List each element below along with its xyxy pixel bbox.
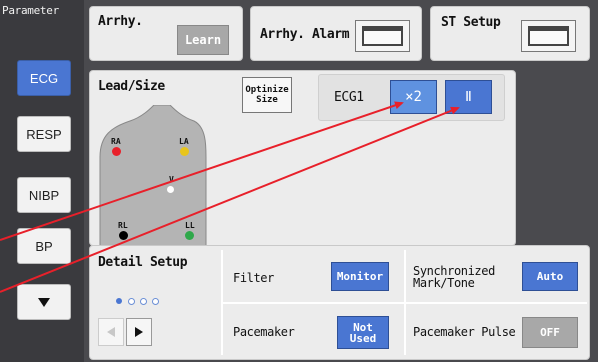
ra-electrode	[112, 147, 121, 156]
st-setup-title: ST Setup	[441, 15, 501, 30]
arrhy-panel: Arrhy. Learn	[89, 6, 243, 61]
learn-button[interactable]: Learn	[177, 25, 229, 55]
detail-setup-title: Detail Setup	[98, 255, 188, 270]
filter-label: Filter	[233, 271, 274, 285]
ecg-parameter-screen: Parameter ECG RESP NIBP BP Arrhy. Learn …	[0, 0, 598, 362]
arrhy-alarm-button[interactable]	[355, 20, 410, 52]
detail-setup-panel: Detail Setup Filter Monitor Synchronized…	[89, 245, 590, 360]
st-setup-panel: ST Setup	[430, 6, 590, 61]
arrhy-alarm-title: Arrhy. Alarm	[260, 27, 350, 42]
left-arrow-icon	[107, 327, 115, 337]
sidebar-item-ecg[interactable]: ECG	[17, 60, 71, 96]
size-button[interactable]: ×2	[390, 80, 437, 114]
page-dot	[140, 298, 147, 305]
window-icon	[362, 26, 403, 46]
parameter-sidebar: Parameter ECG RESP NIBP BP	[0, 0, 84, 362]
page-dot	[128, 298, 135, 305]
ecg1-label: ECG1	[334, 90, 364, 105]
sync-mark-tone-label: Synchronized Mark/Tone	[413, 264, 495, 290]
rl-label: RL	[118, 221, 128, 230]
lead-size-panel: Lead/Size Optinize Size ECG1 ×2 Ⅱ RA LA …	[89, 70, 516, 247]
arrhy-alarm-panel: Arrhy. Alarm	[250, 6, 422, 61]
lead-button[interactable]: Ⅱ	[445, 80, 492, 114]
optimize-size-button[interactable]: Optinize Size	[242, 77, 292, 113]
sync-mark-tone-button[interactable]: Auto	[522, 262, 578, 291]
pacemaker-label: Pacemaker	[233, 325, 295, 339]
ll-label: LL	[185, 221, 195, 230]
page-dot-active	[116, 298, 122, 304]
la-electrode	[180, 147, 189, 156]
pacemaker-pulse-label: Pacemaker Pulse	[413, 325, 516, 339]
sidebar-item-bp[interactable]: BP	[17, 228, 71, 264]
v-label: V	[169, 175, 174, 184]
next-page-button[interactable]	[126, 318, 152, 346]
right-arrow-icon	[135, 327, 143, 337]
page-dot	[152, 298, 159, 305]
ll-electrode	[185, 231, 194, 240]
divider	[404, 250, 406, 355]
filter-button[interactable]: Monitor	[331, 262, 389, 291]
sidebar-more-button[interactable]	[17, 284, 71, 320]
sidebar-item-resp[interactable]: RESP	[17, 116, 71, 152]
down-triangle-icon	[38, 298, 50, 307]
arrhy-title: Arrhy.	[98, 14, 143, 29]
ra-label: RA	[111, 137, 121, 146]
v-electrode	[167, 186, 174, 193]
st-setup-button[interactable]	[521, 20, 576, 52]
lead-size-title: Lead/Size	[98, 79, 165, 94]
sidebar-title: Parameter	[2, 4, 59, 17]
pacemaker-button[interactable]: Not Used	[337, 316, 389, 349]
prev-page-button[interactable]	[98, 318, 124, 346]
window-icon	[528, 26, 569, 46]
pacemaker-pulse-button[interactable]: OFF	[522, 317, 578, 348]
la-label: LA	[179, 137, 189, 146]
rl-electrode	[119, 231, 128, 240]
main-area: Arrhy. Learn Arrhy. Alarm ST Setup Lead/…	[84, 0, 598, 362]
sidebar-item-nibp[interactable]: NIBP	[17, 177, 71, 213]
